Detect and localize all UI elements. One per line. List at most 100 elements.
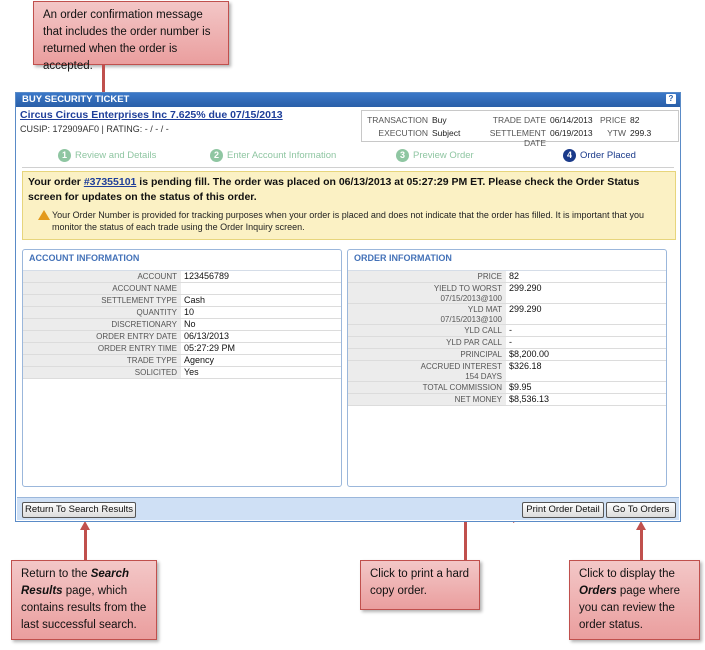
info-row-label: PRINCIPAL bbox=[348, 349, 506, 360]
callout-arrow bbox=[464, 517, 467, 560]
arrow-head bbox=[636, 521, 646, 530]
info-row-label: TRADE TYPE bbox=[23, 355, 181, 366]
account-information-panel: ACCOUNT INFORMATION ACCOUNT 123456789 ACCO… bbox=[22, 249, 342, 487]
info-row-value: 05:27:29 PM bbox=[184, 343, 236, 353]
price-label: PRICE bbox=[600, 115, 626, 125]
ytw-value: 299.3 bbox=[630, 128, 652, 138]
info-row-label-text: TOTAL COMMISSION bbox=[422, 383, 502, 392]
order-information-panel: ORDER INFORMATION PRICE 82 YIELD TO WORST 0… bbox=[347, 249, 667, 487]
info-row-label: ACCRUED INTEREST 154 DAYS bbox=[348, 361, 506, 381]
info-row: ORDER ENTRY DATE 06/13/2013 bbox=[23, 331, 341, 343]
info-row: ORDER ENTRY TIME 05:27:29 PM bbox=[23, 343, 341, 355]
info-row-label-subtext: 07/15/2013@100 bbox=[440, 293, 502, 303]
info-row-label-text: SETTLEMENT TYPE bbox=[101, 296, 177, 305]
info-row-value: Cash bbox=[184, 295, 206, 305]
info-row-value: Yes bbox=[184, 367, 199, 377]
info-row-value: Agency bbox=[184, 355, 215, 365]
button-bar: Return To Search Results Print Order Det… bbox=[17, 497, 679, 520]
info-row: YLD CALL - bbox=[348, 325, 666, 337]
info-row-label: ORDER ENTRY TIME bbox=[23, 343, 181, 354]
order-number-link[interactable]: #37355101 bbox=[84, 176, 137, 188]
info-row-label-text: SOLICITED bbox=[134, 368, 177, 377]
info-row: SETTLEMENT TYPE Cash bbox=[23, 295, 341, 307]
info-row-value: 299.290 bbox=[509, 304, 542, 314]
info-row-label: ORDER ENTRY DATE bbox=[23, 331, 181, 342]
trade-date-value: 06/14/2013 bbox=[550, 115, 593, 125]
info-row: QUANTITY 10 bbox=[23, 307, 341, 319]
info-row-value: 82 bbox=[509, 271, 520, 281]
step-number: 4 bbox=[563, 149, 576, 162]
step-number: 2 bbox=[210, 149, 223, 162]
account-information-heading: ACCOUNT INFORMATION bbox=[23, 250, 341, 271]
info-row-label-text: ORDER ENTRY DATE bbox=[96, 332, 177, 341]
info-row-value: - bbox=[509, 325, 512, 335]
info-row-label-text: PRICE bbox=[477, 272, 502, 281]
info-row-label: YIELD TO WORST 07/15/2013@100 bbox=[348, 283, 506, 303]
info-row: ACCOUNT NAME bbox=[23, 283, 341, 295]
info-row-label: TOTAL COMMISSION bbox=[348, 382, 506, 393]
info-row-value: $9.95 bbox=[509, 382, 532, 392]
callout-print: Click to print a hard copy order. bbox=[360, 560, 480, 610]
ytw-label: YTW bbox=[607, 128, 626, 138]
transaction-value: Buy bbox=[432, 115, 447, 125]
step-number: 1 bbox=[58, 149, 71, 162]
execution-value: Subject bbox=[432, 128, 461, 138]
print-order-detail-button[interactable]: Print Order Detail bbox=[522, 502, 604, 518]
info-row: TOTAL COMMISSION $9.95 bbox=[348, 382, 666, 394]
info-row-value: $326.18 bbox=[509, 361, 542, 371]
step-label: Order Placed bbox=[580, 150, 636, 161]
info-row-value: 123456789 bbox=[184, 271, 230, 281]
info-row-value: 299.290 bbox=[509, 283, 542, 293]
info-row-label-text: PRINCIPAL bbox=[460, 350, 502, 359]
account-information-rows: ACCOUNT 123456789 ACCOUNT NAME SETTLEMENT T… bbox=[23, 271, 341, 379]
info-row-value: $8,200.00 bbox=[509, 349, 550, 359]
info-row-label-text: YLD MAT bbox=[467, 305, 502, 314]
trade-date-label: TRADE DATE bbox=[492, 115, 546, 125]
price-value: 82 bbox=[630, 115, 640, 125]
info-row: YIELD TO WORST 07/15/2013@100 299.290 bbox=[348, 283, 666, 304]
info-row-value: - bbox=[509, 337, 512, 347]
info-row-label-subtext: 07/15/2013@100 bbox=[440, 314, 502, 324]
return-to-search-results-button[interactable]: Return To Search Results bbox=[22, 502, 136, 518]
info-row-value: No bbox=[184, 319, 196, 329]
info-row-label: SETTLEMENT TYPE bbox=[23, 295, 181, 306]
info-row-label-text: ACCOUNT bbox=[137, 272, 177, 281]
progress-steps: 1 Review and Details 2 Enter Account Inf… bbox=[22, 143, 674, 168]
info-row: YLD PAR CALL - bbox=[348, 337, 666, 349]
info-row: SOLICITED Yes bbox=[23, 367, 341, 379]
window-title: BUY SECURITY TICKET bbox=[22, 94, 130, 105]
settlement-date-value: 06/19/2013 bbox=[550, 128, 593, 138]
info-row-label-text: QUANTITY bbox=[136, 308, 177, 317]
info-row-label: ACCOUNT NAME bbox=[23, 283, 181, 294]
callout-text: An order confirmation message that inclu… bbox=[43, 9, 211, 72]
info-row-label: QUANTITY bbox=[23, 307, 181, 318]
info-row: NET MONEY $8,536.13 bbox=[348, 394, 666, 406]
callout-text: Click to display the bbox=[579, 568, 675, 580]
arrow-head bbox=[80, 521, 90, 530]
info-row-label: YLD CALL bbox=[348, 325, 506, 336]
confirmation-note: Your Order Number is provided for tracki… bbox=[28, 209, 670, 233]
info-row-label-text: ORDER ENTRY TIME bbox=[97, 344, 177, 353]
callout-arrow bbox=[640, 528, 643, 560]
confirmation-text: Your order #37355101 is pending fill. Th… bbox=[28, 175, 670, 205]
confirmation-note-text: Your Order Number is provided for tracki… bbox=[52, 210, 644, 232]
info-row: PRINCIPAL $8,200.00 bbox=[348, 349, 666, 361]
security-cusip-rating: CUSIP: 172909AF0 | RATING: - / - / - bbox=[20, 124, 169, 134]
help-icon[interactable]: ? bbox=[666, 94, 676, 104]
go-to-orders-button[interactable]: Go To Orders bbox=[606, 502, 676, 518]
info-row-label-text: ACCRUED INTEREST bbox=[420, 362, 502, 371]
step-order-placed: 4 Order Placed bbox=[563, 149, 636, 162]
info-row-label-subtext: 154 DAYS bbox=[465, 371, 502, 381]
info-row-label-text: ACCOUNT NAME bbox=[112, 284, 177, 293]
info-row-value: $8,536.13 bbox=[509, 394, 550, 404]
security-name-link[interactable]: Circus Circus Enterprises Inc 7.625% due… bbox=[20, 109, 283, 121]
info-row-value: 10 bbox=[184, 307, 195, 317]
order-confirmation-message: Your order #37355101 is pending fill. Th… bbox=[22, 171, 676, 240]
step-label: Preview Order bbox=[413, 150, 474, 161]
callout-emphasis: Orders bbox=[579, 585, 617, 597]
info-row-label: ACCOUNT bbox=[23, 271, 181, 282]
info-row-label-text: DISCRETIONARY bbox=[111, 320, 177, 329]
info-row-label-text: TRADE TYPE bbox=[126, 356, 177, 365]
step-review-details: 1 Review and Details bbox=[58, 149, 156, 162]
info-row: ACCOUNT 123456789 bbox=[23, 271, 341, 283]
